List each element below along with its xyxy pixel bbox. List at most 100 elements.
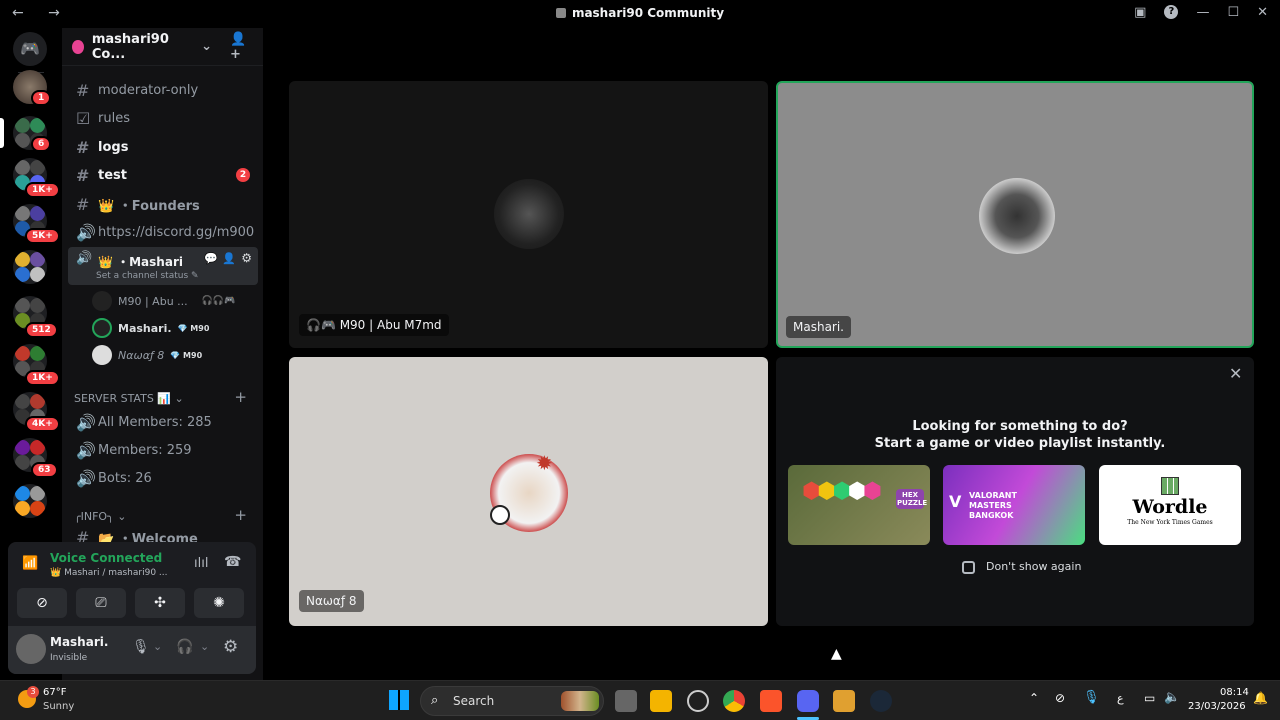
- windows-taskbar: 3 67°F Sunny ⌕ Search ⌃ ⊘ 🎙 ع ▭ 🔈 08:14 …: [0, 680, 1280, 720]
- language-indicator[interactable]: ع: [1117, 692, 1124, 705]
- voice-user-name: Mashari.: [118, 321, 172, 335]
- channel-welcome[interactable]: # 📂 ・Welcome: [68, 528, 258, 542]
- invite-people-icon[interactable]: 👤+: [230, 32, 253, 62]
- close-icon[interactable]: ✕: [1229, 364, 1242, 383]
- volume-icon[interactable]: 🔈: [1164, 690, 1180, 705]
- gear-icon[interactable]: ⚙: [223, 637, 238, 657]
- maximize-icon[interactable]: ☐: [1227, 5, 1239, 20]
- chevron-up-icon[interactable]: ⌃: [1029, 691, 1039, 705]
- channel-label: 👑 ・Mashari: [98, 255, 183, 269]
- chevron-down-icon[interactable]: ⌄: [153, 640, 162, 653]
- channel-status[interactable]: Set a channel status ✎: [96, 271, 199, 281]
- weather-label[interactable]: Sunny: [43, 701, 74, 712]
- channel-founders[interactable]: # 👑 ・Founders: [68, 191, 258, 217]
- channel-label: test: [98, 167, 127, 183]
- voice-user[interactable]: Mashari. 💎 M90: [92, 316, 209, 340]
- help-icon[interactable]: ?: [1164, 5, 1179, 19]
- inbox-icon[interactable]: ▣: [1134, 5, 1146, 20]
- user-panel: Mashari. Invisible 🎙 ⌄ 🎧 ⌄ ⚙: [8, 626, 256, 674]
- windows-start-icon[interactable]: [389, 690, 409, 710]
- clock-date[interactable]: 23/03/2026: [1188, 701, 1246, 712]
- task-view-icon[interactable]: [615, 690, 637, 712]
- voice-connection-panel: 📶 Voice Connected 👑 Mashari / mashari90 …: [8, 542, 256, 674]
- voice-user[interactable]: M90 | Abu ... 🎧🎧🎮: [92, 289, 235, 313]
- disconnect-icon[interactable]: ☎: [224, 554, 241, 570]
- close-icon[interactable]: ✕: [1257, 5, 1268, 20]
- server-folder-10[interactable]: [13, 484, 47, 518]
- server-folder-5[interactable]: [13, 250, 47, 284]
- dont-show-checkbox[interactable]: [962, 561, 975, 574]
- hash-icon: #: [76, 137, 90, 157]
- minimize-icon[interactable]: —: [1196, 5, 1209, 20]
- add-channel-icon[interactable]: +: [234, 388, 247, 406]
- channel-mashari-voice[interactable]: 🔊 👑 ・Mashari Set a channel status ✎ 💬 👤 …: [68, 247, 258, 285]
- activity-card-valorant[interactable]: V VALORANT MASTERS BANGKOK: [943, 465, 1085, 545]
- app-icon-clock[interactable]: [687, 690, 709, 712]
- voice-status[interactable]: Voice Connected: [50, 551, 162, 565]
- taskbar-search[interactable]: ⌕ Search: [420, 686, 604, 716]
- app-icon-folder[interactable]: [833, 690, 855, 712]
- channel-label: 📂 ・Welcome: [98, 532, 198, 542]
- channel-logs[interactable]: # logs: [68, 134, 258, 160]
- avatar: [92, 345, 112, 365]
- network-off-icon[interactable]: ⊘: [1055, 691, 1065, 705]
- activity-card-hex-puzzle[interactable]: ⬢⬢⬢⬢⬢ HEX PUZZLE: [788, 465, 930, 545]
- headphones-icon[interactable]: 🎧: [176, 639, 193, 655]
- chrome-icon[interactable]: [723, 690, 745, 712]
- server-header[interactable]: mashari90 Co... ⌄ 👤+: [62, 28, 263, 66]
- dont-show-label[interactable]: Don't show again: [986, 560, 1081, 573]
- clock-time[interactable]: 08:14: [1220, 687, 1249, 698]
- noise-suppression-icon[interactable]: ılıl: [194, 556, 208, 571]
- rules-icon: ☑: [76, 108, 91, 128]
- discord-home-icon[interactable]: 🎮: [13, 32, 47, 66]
- discord-taskbar-icon[interactable]: [797, 690, 819, 712]
- chevron-down-icon[interactable]: ⌄: [200, 640, 209, 653]
- brave-icon[interactable]: [760, 690, 782, 712]
- activity-title: Wordle: [1132, 496, 1208, 518]
- anger-icon: ✹: [536, 451, 553, 475]
- participant-tile[interactable]: ✹ Nαωαƒ 8: [289, 357, 768, 626]
- channel-rules[interactable]: ☑ rules: [68, 105, 258, 131]
- channel-test[interactable]: # test 2: [68, 162, 258, 188]
- voice-stage: 🎧🎮 M90 | Abu M7md Mashari. ✹ Nαωαƒ 8 ✕ L…: [263, 28, 1280, 680]
- camera-button[interactable]: ⊘: [17, 588, 67, 618]
- activity-card-wordle[interactable]: Wordle The New York Times Games: [1099, 465, 1241, 545]
- category-server-stats[interactable]: SERVER STATS 📊 ⌄: [74, 392, 184, 405]
- chevron-down-icon: ⌄: [174, 392, 184, 405]
- add-channel-icon[interactable]: +: [234, 506, 247, 524]
- voice-user-name: Nαωαƒ 8: [118, 348, 165, 362]
- steam-icon[interactable]: [870, 690, 892, 712]
- invite-icon[interactable]: 👤: [222, 252, 236, 265]
- network-icon[interactable]: ▭: [1144, 691, 1155, 705]
- active-pill: [0, 118, 4, 148]
- participant-tile-speaking[interactable]: Mashari.: [776, 81, 1254, 348]
- screen-share-button[interactable]: ⎚: [76, 588, 126, 618]
- hash-icon: #: [76, 528, 90, 542]
- weather-temp[interactable]: 67°F: [43, 687, 66, 698]
- microphone-icon[interactable]: 🎙: [1083, 690, 1100, 705]
- file-explorer-icon[interactable]: [650, 690, 672, 712]
- voice-user[interactable]: Nαωαƒ 8 💎 M90: [92, 343, 202, 367]
- channel-invite-link[interactable]: 🔊 https://discord.gg/m900: [68, 219, 258, 245]
- participant-tile[interactable]: 🎧🎮 M90 | Abu M7md: [289, 81, 768, 348]
- category-info[interactable]: ╭INFO╮ ⌄: [74, 510, 126, 523]
- voice-location[interactable]: 👑 Mashari / mashari90 ...: [50, 568, 168, 578]
- microphone-icon[interactable]: 🎙: [132, 639, 150, 655]
- channel-stat-members[interactable]: 🔊 Members: 259: [68, 437, 258, 463]
- activities-button[interactable]: ✣: [135, 588, 185, 618]
- search-icon: ⌕: [431, 693, 439, 708]
- camera-off-icon: ⊘: [36, 595, 48, 611]
- speaker-icon: 🔊: [76, 440, 96, 460]
- signal-icon[interactable]: 📶: [22, 556, 38, 571]
- channel-stat-bots[interactable]: 🔊 Bots: 26: [68, 465, 258, 491]
- chevron-down-icon[interactable]: ⌄: [201, 39, 212, 54]
- chat-icon[interactable]: 💬: [204, 252, 218, 265]
- gear-icon[interactable]: ⚙: [241, 251, 252, 265]
- channel-moderator-only[interactable]: # moderator-only: [68, 77, 258, 103]
- user-name[interactable]: Mashari.: [50, 635, 108, 649]
- notification-icon[interactable]: 🔔: [1253, 691, 1268, 705]
- avatar[interactable]: [16, 634, 46, 664]
- channel-stat-all[interactable]: 🔊 All Members: 285: [68, 409, 258, 435]
- channel-label: 👑 ・Founders: [98, 198, 200, 214]
- soundboard-button[interactable]: ✺: [194, 588, 244, 618]
